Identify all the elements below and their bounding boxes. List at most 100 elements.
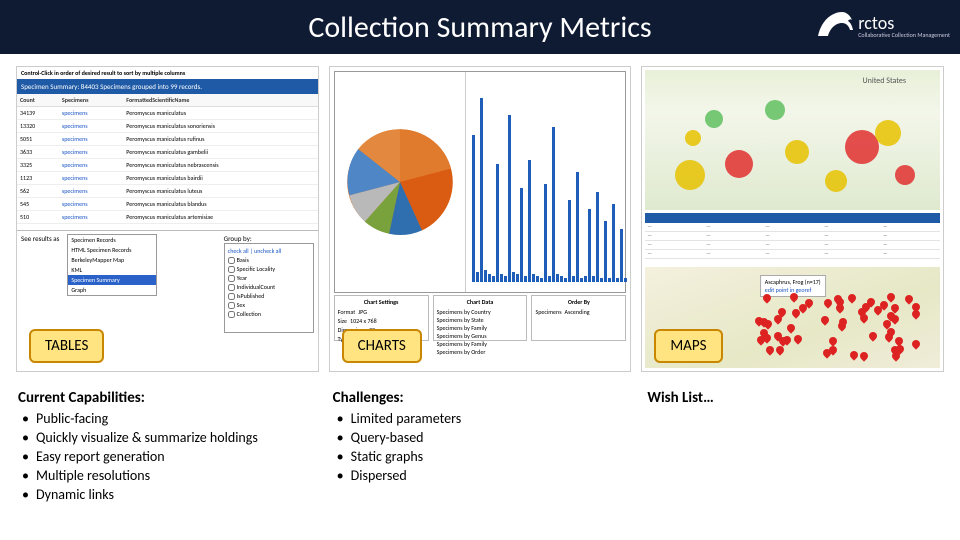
map-pin[interactable] xyxy=(783,336,791,344)
map-pin[interactable] xyxy=(869,332,877,340)
specimen-table[interactable]: Count Specimens FormattedScientificName … xyxy=(17,94,318,224)
view-option[interactable]: Specimen Records xyxy=(68,235,156,245)
map-pin[interactable] xyxy=(821,316,829,324)
map-pin[interactable] xyxy=(792,309,800,317)
group-option[interactable]: Specific Locality xyxy=(228,265,310,273)
map-pin[interactable] xyxy=(776,346,784,354)
table-row[interactable]: 13320specimensPeromyscus maniculatus son… xyxy=(17,120,318,133)
chart-data-item[interactable]: Specimens by Family xyxy=(437,340,524,348)
map-pin[interactable] xyxy=(905,295,913,303)
map-pin[interactable] xyxy=(823,349,831,357)
group-option[interactable]: Year xyxy=(228,274,310,282)
map-pin[interactable] xyxy=(887,293,895,301)
chart-data-item[interactable]: Specimens by Family xyxy=(437,324,524,332)
bar xyxy=(564,278,567,282)
capability-item: Multiple resolutions xyxy=(22,467,313,486)
fmt-label: Format xyxy=(338,308,356,316)
view-option[interactable]: BerkeleyMapper Map xyxy=(68,255,156,265)
map-pin[interactable] xyxy=(860,314,868,322)
table-row[interactable]: 545specimensPeromyscus maniculatus bland… xyxy=(17,198,318,211)
group-option[interactable]: Basis xyxy=(228,256,310,264)
summary-banner: Specimen Summary: 84403 Specimens groupe… xyxy=(17,79,318,94)
map-pin[interactable] xyxy=(860,352,868,360)
heat-dot xyxy=(685,130,701,146)
map-pin[interactable] xyxy=(763,294,771,302)
slide-title: Collection Summary Metrics xyxy=(308,9,651,46)
map-pin[interactable] xyxy=(838,322,846,330)
table-row[interactable]: 1123specimensPeromyscus maniculatus bair… xyxy=(17,172,318,185)
map-pin[interactable] xyxy=(760,318,768,326)
map-pin[interactable] xyxy=(912,340,920,348)
view-option[interactable]: HTML Specimen Records xyxy=(68,245,156,255)
chart-data-item[interactable]: Specimens by Order xyxy=(437,348,524,356)
group-option[interactable]: check all | uncheck all xyxy=(228,247,310,255)
map-pin[interactable] xyxy=(805,299,813,307)
map-pin[interactable] xyxy=(850,351,858,359)
bar xyxy=(480,98,483,282)
group-by-box[interactable]: check all | uncheck all Basis Specific L… xyxy=(224,243,314,333)
map-pin[interactable] xyxy=(766,346,774,354)
bar xyxy=(604,221,607,282)
bar xyxy=(576,172,579,282)
map-pin[interactable] xyxy=(896,345,904,353)
view-option[interactable]: KML xyxy=(68,265,156,275)
table-row[interactable]: 510specimensPeromyscus maniculatus artem… xyxy=(17,211,318,224)
map-pin[interactable] xyxy=(874,306,882,314)
map-pin[interactable] xyxy=(862,303,870,311)
map-pin[interactable] xyxy=(778,308,786,316)
bar xyxy=(496,164,499,282)
order-by-box[interactable]: Order By Specimens Ascending xyxy=(531,295,626,341)
bar xyxy=(548,276,551,282)
bar xyxy=(476,272,479,282)
col-specimens[interactable]: Specimens xyxy=(59,94,123,107)
table-row[interactable]: 3633specimensPeromyscus maniculatus gamb… xyxy=(17,146,318,159)
map-pin[interactable] xyxy=(829,337,837,345)
bar xyxy=(592,276,595,282)
map-pin[interactable] xyxy=(912,303,920,311)
map-pin[interactable] xyxy=(836,298,844,306)
charts-panel: Chart Settings FormatJPG Size1024 x 768 … xyxy=(329,66,632,372)
group-option[interactable]: Sex xyxy=(228,301,310,309)
bar xyxy=(504,276,507,282)
chart-data-box[interactable]: Chart Data Specimens by CountrySpecimens… xyxy=(433,295,528,341)
table-row[interactable]: 3325specimensPeromyscus maniculatus nebr… xyxy=(17,159,318,172)
bar xyxy=(624,278,627,282)
chart-data-item[interactable]: Specimens by Genus xyxy=(437,332,524,340)
map-pin[interactable] xyxy=(794,335,802,343)
table-row[interactable]: 5051specimensPeromyscus maniculatus rufi… xyxy=(17,133,318,146)
group-option[interactable]: IndividualCount xyxy=(228,283,310,291)
map-pin[interactable] xyxy=(824,299,832,307)
bar xyxy=(488,274,491,282)
map-pin[interactable] xyxy=(760,329,768,337)
heat-map[interactable]: United States xyxy=(645,70,940,210)
view-option[interactable]: Specimen Summary xyxy=(68,275,156,285)
table-row[interactable]: 34139specimensPeromyscus maniculatus xyxy=(17,107,318,120)
bar xyxy=(520,188,523,282)
chart-data-item[interactable]: Specimens by Country xyxy=(437,308,524,316)
chart-data-item[interactable]: Specimens by State xyxy=(437,316,524,324)
table-row[interactable]: 562specimensPeromyscus maniculatus luteu… xyxy=(17,185,318,198)
group-option[interactable]: Collection xyxy=(228,310,310,318)
bar xyxy=(552,127,555,282)
bar xyxy=(512,272,515,282)
bar xyxy=(516,274,519,282)
map-pin[interactable] xyxy=(848,294,856,302)
col-count[interactable]: Count xyxy=(17,94,59,107)
group-by-label: Group by: xyxy=(224,234,314,243)
map-pin[interactable] xyxy=(787,324,795,332)
results-bar: See results as Specimen RecordsHTML Spec… xyxy=(17,230,318,336)
group-option[interactable]: IsPublished xyxy=(228,292,310,300)
map-pin[interactable] xyxy=(891,304,899,312)
heat-dot xyxy=(765,100,785,120)
map-pin[interactable] xyxy=(790,293,798,301)
challenges-col: Challenges: Limited parametersQuery-base… xyxy=(333,388,628,505)
chart-data-title: Chart Data xyxy=(437,298,524,306)
view-option[interactable]: Graph xyxy=(68,285,156,295)
order-dir: Ascending xyxy=(565,308,590,316)
wishlist-col: Wish List… xyxy=(647,388,942,505)
view-select[interactable]: Specimen RecordsHTML Specimen RecordsBer… xyxy=(67,234,157,296)
map-pin[interactable] xyxy=(887,312,895,320)
chart-area xyxy=(334,71,627,293)
col-name[interactable]: FormattedScientificName xyxy=(123,94,317,107)
map-pin[interactable] xyxy=(885,333,893,341)
